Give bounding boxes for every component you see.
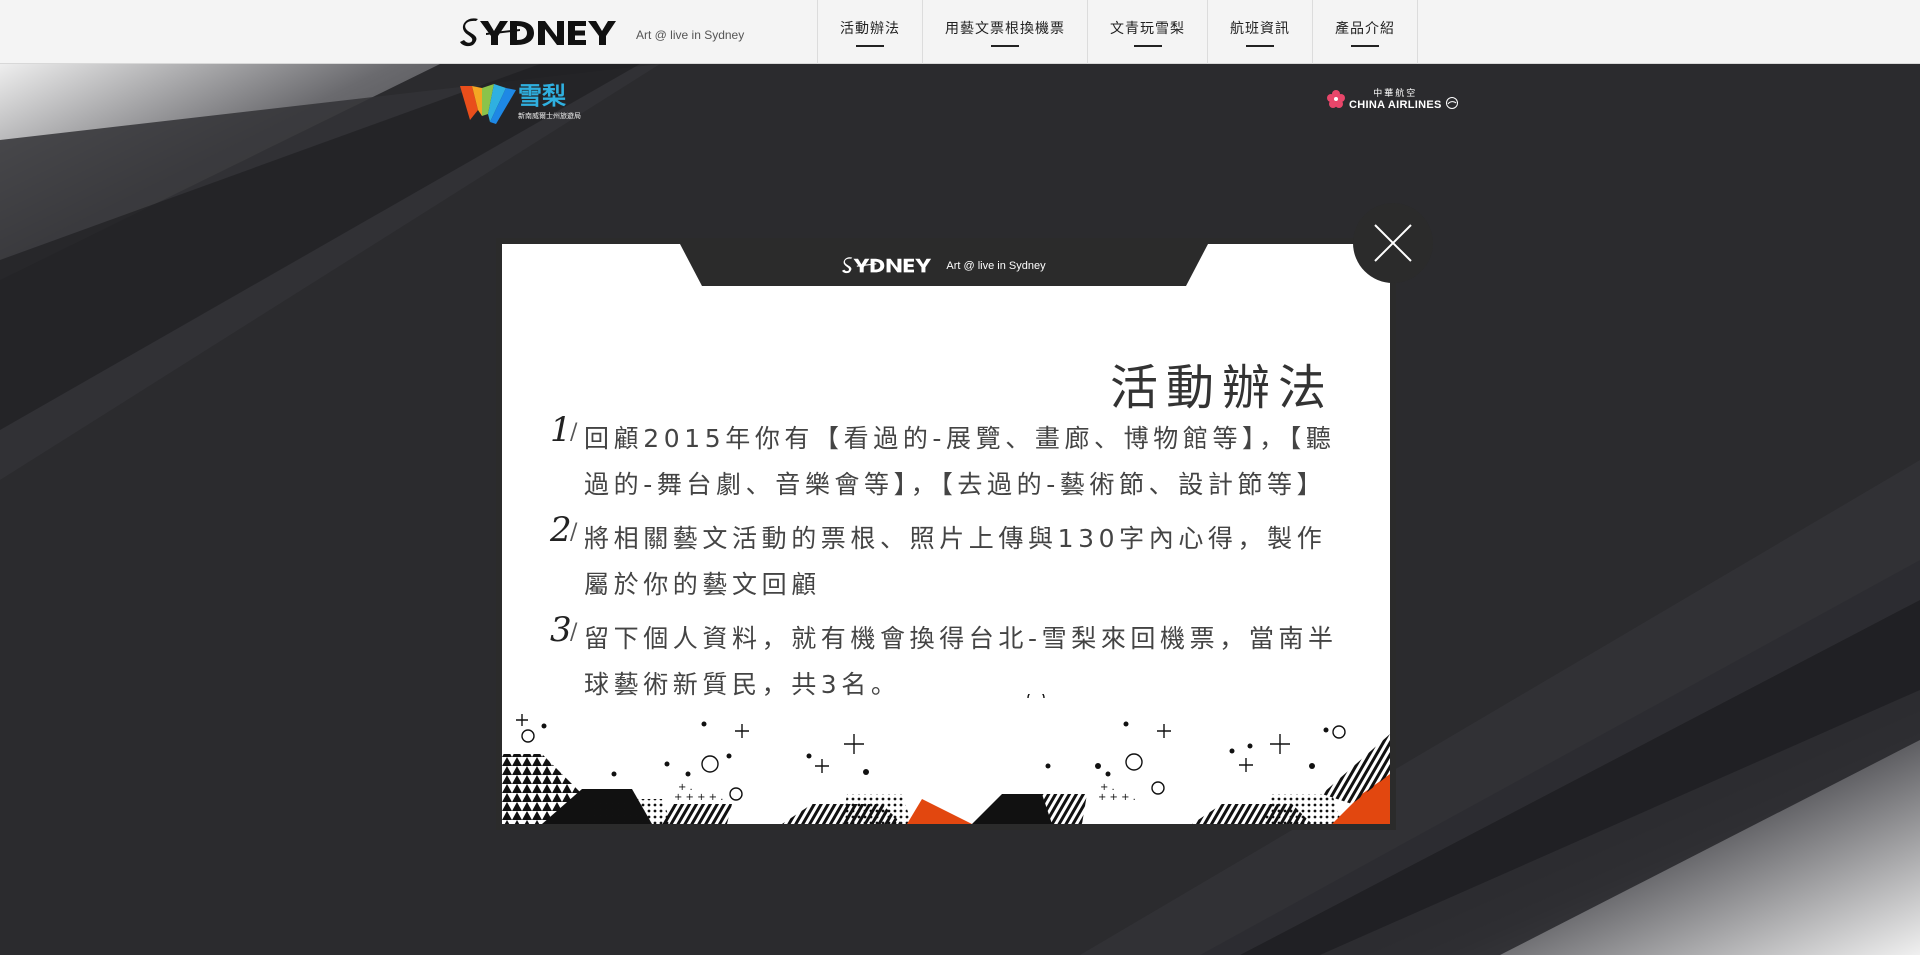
rule-number: 3 bbox=[550, 610, 572, 650]
rule-number: 1 bbox=[550, 410, 572, 450]
sydney-logo bbox=[842, 257, 932, 274]
modal-content: Art @ live in Sydney 活動辦法 1 / 回顧2015年你有【… bbox=[502, 244, 1390, 824]
rule-item: 1 / 回顧2015年你有【看過的-展覽、畫廊、博物館等】，【聽過的-舞台劇、音… bbox=[550, 410, 1350, 508]
svg-text:+ .: + . bbox=[1100, 782, 1115, 793]
skyteam-icon bbox=[1445, 96, 1458, 109]
close-button[interactable] bbox=[1353, 203, 1433, 283]
main-nav: 活動辦法 用藝文票根換機票 文青玩雪梨 航班資訊 產品介紹 bbox=[817, 0, 1418, 64]
sydney-logo bbox=[460, 18, 616, 47]
rule-text: 回顧2015年你有【看過的-展覽、畫廊、博物館等】，【聽過的-舞台劇、音樂會等】… bbox=[584, 424, 1336, 499]
decorative-pattern: + + + + . + . + + + . + . bbox=[502, 694, 1390, 824]
rules-list: 1 / 回顧2015年你有【看過的-展覽、畫廊、博物館等】，【聽過的-舞台劇、音… bbox=[550, 410, 1350, 716]
nav-underline bbox=[1351, 44, 1379, 47]
china-airlines-chinese: 中華航空 bbox=[1373, 89, 1418, 99]
rule-number: 2 bbox=[550, 510, 572, 550]
nav-item-activity-rules[interactable]: 活動辦法 bbox=[817, 0, 922, 64]
china-airlines-name: CHINA AIRLINES bbox=[1349, 99, 1442, 111]
destination-nsw-logo[interactable]: 雪梨 新南威爾士州旅遊局 bbox=[460, 84, 581, 124]
svg-text:+ + + + .: + + + + . bbox=[674, 792, 723, 803]
svg-text:+ + + .: + + + . bbox=[1098, 792, 1136, 803]
rule-slash: / bbox=[570, 620, 578, 645]
nav-item-label: 產品介紹 bbox=[1335, 20, 1395, 37]
nav-item-ticket-exchange[interactable]: 用藝文票根換機票 bbox=[922, 0, 1087, 64]
nsw-title: 雪梨 bbox=[518, 82, 566, 110]
nsw-waratah-icon bbox=[460, 84, 516, 124]
rule-item: 2 / 將相關藝文活動的票根、照片上傳與130字內心得，製作屬於你的藝文回顧 bbox=[550, 510, 1350, 608]
nav-item-products[interactable]: 產品介紹 bbox=[1312, 0, 1418, 64]
nav-underline bbox=[1246, 44, 1274, 47]
rule-slash: / bbox=[570, 520, 578, 545]
modal-title: 活動辦法 bbox=[1109, 360, 1334, 416]
brand-tagline: Art @ live in Sydney bbox=[636, 28, 745, 42]
close-icon bbox=[1374, 224, 1412, 262]
modal-header-tagline: Art @ live in Sydney bbox=[946, 260, 1046, 272]
nav-item-label: 航班資訊 bbox=[1230, 20, 1290, 37]
nav-item-flight-info[interactable]: 航班資訊 bbox=[1207, 0, 1312, 64]
plum-blossom-icon bbox=[1327, 89, 1345, 108]
nav-item-label: 文青玩雪梨 bbox=[1110, 20, 1185, 37]
svg-text:+ .: + . bbox=[678, 782, 693, 793]
nav-item-label: 用藝文票根換機票 bbox=[945, 20, 1065, 37]
china-airlines-logo[interactable]: 中華航空 CHINA AIRLINES bbox=[1326, 86, 1459, 111]
nav-underline bbox=[1133, 44, 1162, 47]
rule-slash: / bbox=[570, 420, 578, 445]
top-navigation-bar: Art @ live in Sydney 活動辦法 用藝文票根換機票 文青玩雪梨… bbox=[0, 0, 1920, 64]
nav-item-label: 活動辦法 bbox=[840, 20, 900, 37]
brand[interactable]: Art @ live in Sydney bbox=[460, 10, 744, 54]
modal-header-tab: Art @ live in Sydney bbox=[680, 244, 1208, 286]
rule-text: 將相關藝文活動的票根、照片上傳與130字內心得，製作屬於你的藝文回顧 bbox=[584, 524, 1327, 599]
nav-underline bbox=[856, 44, 884, 47]
activity-rules-modal: Art @ live in Sydney 活動辦法 1 / 回顧2015年你有【… bbox=[496, 238, 1396, 830]
nav-item-sydney-guide[interactable]: 文青玩雪梨 bbox=[1087, 0, 1207, 64]
nav-underline bbox=[991, 44, 1019, 47]
nsw-subtitle: 新南威爾士州旅遊局 bbox=[518, 112, 581, 120]
